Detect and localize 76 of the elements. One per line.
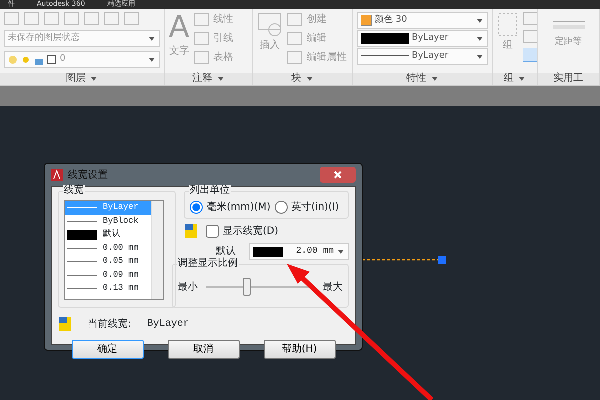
option-label: 英寸(in)(I) xyxy=(292,200,340,215)
selection-icon[interactable] xyxy=(523,48,537,62)
field-label: 默认 xyxy=(216,245,237,258)
option-label: 毫米(mm)(M) xyxy=(207,200,271,215)
panel-title[interactable]: 块 xyxy=(292,73,302,85)
caret-icon[interactable] xyxy=(306,76,314,82)
layer-tool-icon[interactable] xyxy=(24,12,40,26)
tool-icon[interactable] xyxy=(287,50,303,64)
dialog-title: 线宽设置 xyxy=(68,168,109,182)
caret-icon[interactable] xyxy=(90,76,98,82)
group-icon[interactable] xyxy=(497,12,519,38)
list-item[interactable]: 默认 xyxy=(65,228,151,242)
tool-icon[interactable] xyxy=(194,32,210,46)
group-tool-icon[interactable] xyxy=(523,12,537,26)
group-label: 调整显示比例 xyxy=(177,258,239,270)
lineweight-swatch-icon[interactable] xyxy=(361,33,409,44)
close-icon xyxy=(334,171,342,179)
document-icon[interactable] xyxy=(58,316,72,332)
caret-icon[interactable] xyxy=(337,248,345,254)
layer-tool-icon[interactable] xyxy=(44,12,60,26)
default-dropdown[interactable]: 2.00 mm xyxy=(249,243,349,260)
caret-icon[interactable] xyxy=(476,36,484,42)
close-button[interactable] xyxy=(320,167,356,183)
layer-tool-icon[interactable] xyxy=(84,12,100,26)
tool-icon[interactable] xyxy=(194,12,210,26)
radio-button[interactable] xyxy=(274,201,288,214)
panel-title[interactable]: 实用工 xyxy=(554,73,584,85)
dialog-button[interactable]: 帮助(H) xyxy=(264,340,336,359)
caret-icon[interactable] xyxy=(216,76,224,82)
layer-tool-icon[interactable] xyxy=(104,12,120,26)
document-icon[interactable] xyxy=(184,223,198,239)
list-item[interactable]: 0.09 mm xyxy=(65,268,151,282)
field-label: 当前线宽: xyxy=(88,318,132,332)
checkbox[interactable] xyxy=(206,224,219,238)
caret-icon[interactable] xyxy=(430,76,438,82)
list-item[interactable]: 0.13 mm xyxy=(65,282,151,296)
caret-icon[interactable] xyxy=(476,18,484,24)
caret-icon[interactable] xyxy=(476,54,484,60)
app-logo-icon[interactable] xyxy=(51,169,63,181)
layer-tool-icon[interactable] xyxy=(4,12,20,26)
scrollbar[interactable] xyxy=(151,201,163,299)
dialog-button[interactable]: 确定 xyxy=(72,340,144,359)
panel-title[interactable]: 注释 xyxy=(192,73,212,85)
caret-icon[interactable] xyxy=(518,76,526,82)
radio-button[interactable] xyxy=(190,201,203,214)
insert-icon[interactable] xyxy=(257,12,283,38)
group-label: 线宽 xyxy=(63,185,85,197)
slider-thumb[interactable] xyxy=(243,278,252,296)
panel-title[interactable]: 图层 xyxy=(66,73,86,85)
lineweight-list[interactable]: ByLayer ByBlock 默认 0.00 mm 0.05 mm 0.09 mm 0.13 mm xyxy=(64,200,164,300)
option-label: 显示线宽(D) xyxy=(223,224,279,238)
list-item[interactable]: ByBlock xyxy=(65,214,151,228)
linetype-dropdown[interactable]: ByLayer xyxy=(357,48,488,65)
slider-label: 最小 xyxy=(178,280,198,294)
layer-tool-icon[interactable] xyxy=(64,12,80,26)
field-value: ByLayer xyxy=(147,318,190,332)
lineweight-swatch-icon[interactable] xyxy=(253,246,283,256)
dialog-button[interactable]: 取消 xyxy=(168,340,240,359)
color-swatch-icon[interactable] xyxy=(361,15,372,26)
caret-icon[interactable] xyxy=(148,36,156,42)
layer-tool-icon[interactable] xyxy=(124,12,140,26)
lineweight-dropdown[interactable]: ByLayer xyxy=(357,30,488,47)
panel-title[interactable]: 组 xyxy=(504,73,514,85)
list-item[interactable]: 0.00 mm xyxy=(65,242,151,255)
tool-icon[interactable] xyxy=(287,32,303,46)
slider-label: 最大 xyxy=(323,280,343,294)
color-dropdown[interactable]: 颜色 30 xyxy=(357,12,488,29)
group-tool-icon[interactable] xyxy=(523,30,537,44)
tool-icon[interactable] xyxy=(287,12,303,26)
panel-title[interactable]: 特性 xyxy=(406,73,426,85)
list-item[interactable]: 0.05 mm xyxy=(65,255,151,268)
tool-icon[interactable] xyxy=(194,50,210,64)
group-label: 列出单位 xyxy=(189,185,231,197)
caret-icon[interactable] xyxy=(148,56,156,62)
square-icon[interactable] xyxy=(47,54,57,64)
grip-square[interactable] xyxy=(438,256,446,264)
